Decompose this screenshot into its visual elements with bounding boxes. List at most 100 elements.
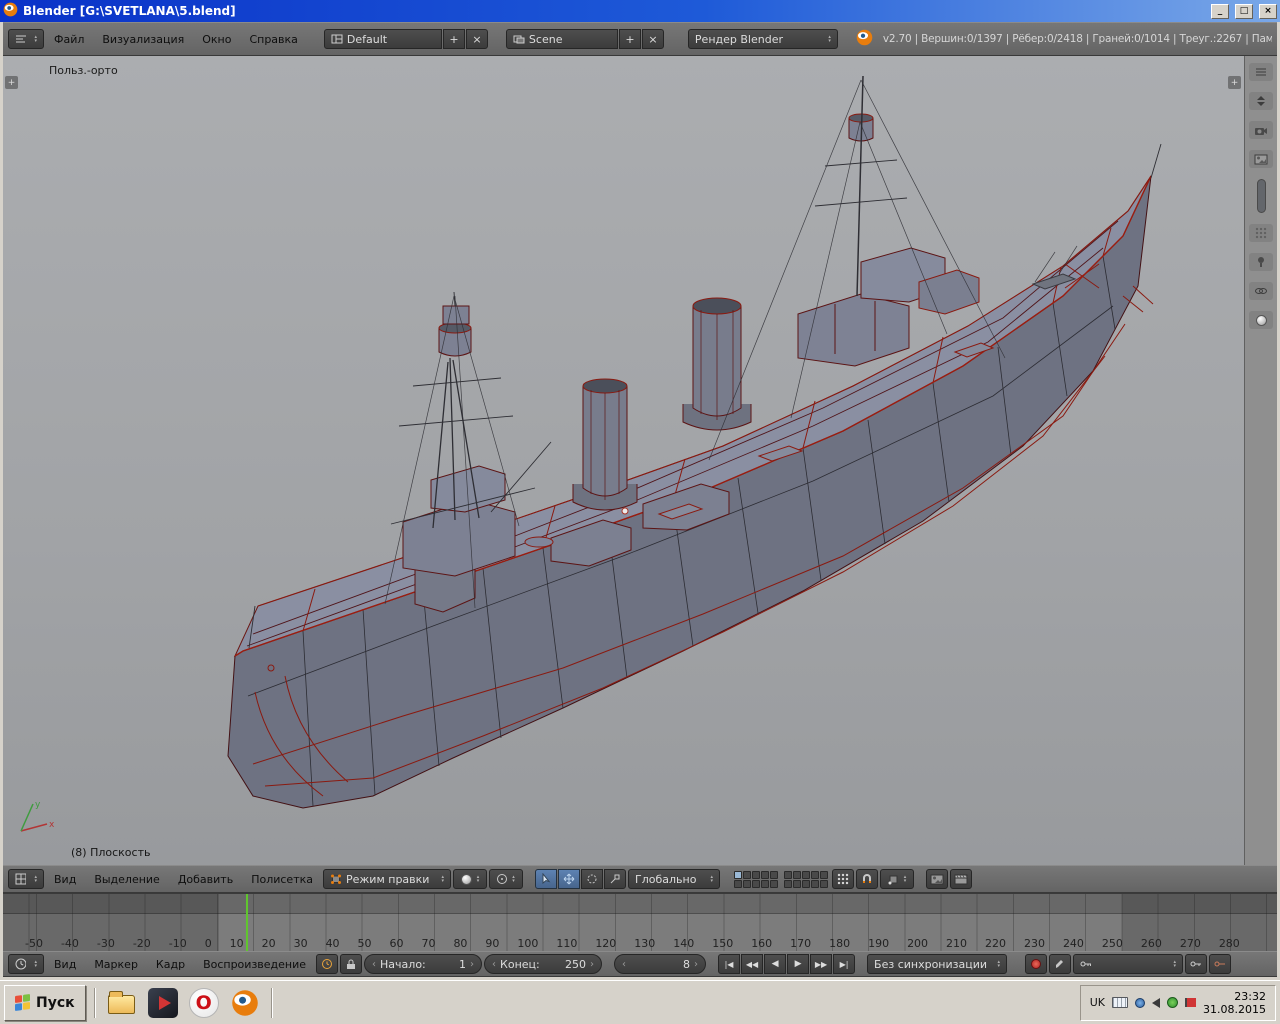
panel-camera-icon[interactable] (1249, 121, 1273, 139)
editor-type-3dview-button[interactable] (8, 869, 44, 889)
manipulator-toggle[interactable] (535, 869, 557, 889)
menu-file[interactable]: Файл (46, 31, 92, 48)
panel-link-icon[interactable] (1249, 282, 1273, 300)
add-scene-button[interactable]: + (619, 29, 641, 49)
next-keyframe-button[interactable]: ▶▶ (810, 954, 832, 974)
layer-buttons-group1[interactable] (734, 871, 778, 888)
quicklaunch-folder-icon[interactable] (104, 985, 140, 1021)
prev-keyframe-button[interactable]: ◀◀ (741, 954, 763, 974)
layer-toggle[interactable] (811, 871, 819, 879)
panel-arrows-icon[interactable] (1249, 92, 1273, 110)
quicklaunch-opera-icon[interactable] (186, 985, 222, 1021)
tray-keyboard-icon[interactable] (1112, 997, 1128, 1008)
tray-flag-icon[interactable] (1185, 998, 1196, 1007)
layer-toggle[interactable] (793, 871, 801, 879)
start-button[interactable]: Пуск (4, 985, 86, 1021)
close-button[interactable]: × (1259, 4, 1277, 19)
panel-scrollbar[interactable] (1257, 179, 1266, 213)
layer-toggle[interactable] (752, 880, 760, 888)
layer-toggle[interactable] (784, 880, 792, 888)
layer-toggle[interactable] (734, 880, 742, 888)
layer-toggle[interactable] (743, 880, 751, 888)
editor-type-timeline-button[interactable] (8, 954, 44, 974)
menu-tl-marker[interactable]: Маркер (86, 956, 146, 973)
panel-grid-icon[interactable] (1249, 224, 1273, 242)
menu-window[interactable]: Окно (194, 31, 239, 48)
menu-vp-select[interactable]: Выделение (86, 871, 168, 888)
keying-set-selector[interactable] (1073, 954, 1183, 974)
render-opengl-button[interactable] (926, 869, 948, 889)
remove-scene-button[interactable]: × (642, 29, 664, 49)
layer-toggle[interactable] (820, 871, 828, 879)
rotate-manipulator[interactable] (581, 869, 603, 889)
add-layout-button[interactable]: + (443, 29, 465, 49)
jump-to-end-button[interactable]: ▶| (833, 954, 855, 974)
panel-image-icon[interactable] (1249, 150, 1273, 168)
play-button[interactable]: ▶ (787, 954, 809, 974)
region-toggle-left[interactable] (5, 76, 18, 89)
render-engine-selector[interactable]: Рендер Blender (688, 29, 838, 49)
preview-range-toggle[interactable] (316, 954, 338, 974)
lock-camera-toggle[interactable] (832, 869, 854, 889)
layer-toggle[interactable] (770, 880, 778, 888)
layer-toggle[interactable] (770, 871, 778, 879)
render-opengl-anim-button[interactable] (950, 869, 972, 889)
current-frame-field[interactable]: 8 (614, 954, 706, 974)
mode-selector[interactable]: Режим правки (323, 869, 451, 889)
snap-toggle[interactable] (856, 869, 878, 889)
region-toggle-right[interactable] (1228, 76, 1241, 89)
layer-toggle[interactable] (743, 871, 751, 879)
menu-vp-add[interactable]: Добавить (170, 871, 241, 888)
layer-toggle[interactable] (811, 880, 819, 888)
layer-toggle[interactable] (752, 871, 760, 879)
insert-keyframe-button[interactable] (1185, 954, 1207, 974)
sync-mode-selector[interactable]: Без синхронизации (867, 954, 1007, 974)
translate-manipulator[interactable] (558, 869, 580, 889)
quicklaunch-blender-icon[interactable] (227, 985, 263, 1021)
scene-selector[interactable]: Scene (506, 29, 618, 49)
end-frame-field[interactable]: Конец:250 (484, 954, 602, 974)
menu-tl-frame[interactable]: Кадр (148, 956, 193, 973)
start-frame-field[interactable]: Начало:1 (364, 954, 482, 974)
pivot-selector[interactable] (489, 869, 523, 889)
auto-key-mode-button[interactable] (1049, 954, 1071, 974)
layer-toggle[interactable] (793, 880, 801, 888)
snap-element-selector[interactable] (880, 869, 914, 889)
delete-keyframe-button[interactable] (1209, 954, 1231, 974)
record-button[interactable] (1025, 954, 1047, 974)
layer-toggle[interactable] (802, 880, 810, 888)
scale-manipulator[interactable] (604, 869, 626, 889)
menu-tl-view[interactable]: Вид (46, 956, 84, 973)
language-indicator[interactable]: UK (1090, 996, 1105, 1009)
tray-volume-icon[interactable] (1152, 998, 1160, 1008)
tray-network-icon[interactable] (1135, 998, 1145, 1008)
panel-menu-icon[interactable] (1249, 63, 1273, 81)
layer-toggle[interactable] (761, 871, 769, 879)
minimize-button[interactable]: _ (1211, 4, 1229, 19)
editor-type-info-button[interactable] (8, 29, 44, 49)
tray-antivirus-icon[interactable] (1167, 997, 1178, 1008)
remove-layout-button[interactable]: × (466, 29, 488, 49)
shading-selector[interactable] (453, 869, 487, 889)
panel-sphere-icon[interactable] (1249, 311, 1273, 329)
lock-toggle[interactable] (340, 954, 362, 974)
menu-tl-playback[interactable]: Воспроизведение (195, 956, 314, 973)
timeline-area[interactable]: -50-40-30-20-100102030405060708090100110… (3, 893, 1277, 951)
layer-toggle[interactable] (820, 880, 828, 888)
layer-toggle[interactable] (761, 880, 769, 888)
orientation-selector[interactable]: Глобально (628, 869, 720, 889)
panel-pin-icon[interactable] (1249, 253, 1273, 271)
play-reverse-button[interactable]: ◀ (764, 954, 786, 974)
menu-vp-mesh[interactable]: Полисетка (243, 871, 321, 888)
layer-toggle[interactable] (734, 871, 742, 879)
menu-vp-view[interactable]: Вид (46, 871, 84, 888)
jump-to-start-button[interactable]: |◀ (718, 954, 740, 974)
screen-layout-selector[interactable]: Default (324, 29, 442, 49)
menu-render[interactable]: Визуализация (94, 31, 192, 48)
layer-toggle[interactable] (784, 871, 792, 879)
layer-toggle[interactable] (802, 871, 810, 879)
menu-help[interactable]: Справка (241, 31, 305, 48)
viewport-3d[interactable]: Польз.-орто (8) Плоскость x y (3, 56, 1244, 865)
maximize-button[interactable]: □ (1235, 4, 1253, 19)
quicklaunch-media-app-icon[interactable] (145, 985, 181, 1021)
